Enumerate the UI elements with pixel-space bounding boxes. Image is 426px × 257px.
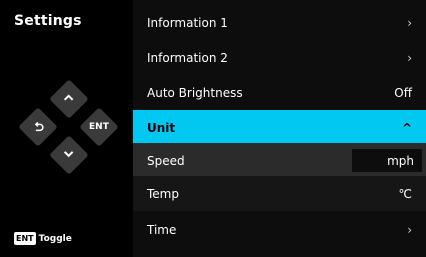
menu-item-label: Speed bbox=[147, 153, 185, 168]
menu-item-time[interactable]: Time › bbox=[133, 212, 426, 247]
ent-badge: ENT bbox=[14, 232, 36, 245]
toggle-hint-label: Toggle bbox=[38, 233, 72, 244]
menu-item-auto-brightness[interactable]: Auto Brightness Off bbox=[133, 75, 426, 110]
down-button[interactable] bbox=[49, 135, 89, 175]
enter-button[interactable]: ENT bbox=[79, 107, 119, 147]
chevron-up-icon bbox=[64, 94, 74, 101]
chevron-right-icon: › bbox=[407, 222, 412, 237]
settings-screen: Settings ENT ENT Toggle Information 1 › … bbox=[0, 0, 426, 257]
menu-item-label: Temp bbox=[147, 186, 179, 201]
menu-item-speed[interactable]: Speed mph bbox=[133, 143, 426, 178]
toggle-hint: ENT Toggle bbox=[14, 232, 72, 245]
menu-item-temp[interactable]: Temp ℃ bbox=[133, 176, 426, 211]
menu-item-label: Information 1 bbox=[147, 15, 228, 30]
menu-item-label: Auto Brightness bbox=[147, 85, 243, 100]
menu-item-label: Time bbox=[147, 222, 177, 237]
menu-item-unit[interactable]: Unit ^ bbox=[133, 110, 426, 145]
temp-value: ℃ bbox=[398, 186, 412, 201]
menu-item-label: Information 2 bbox=[147, 50, 228, 65]
left-panel: Settings ENT ENT Toggle bbox=[0, 0, 133, 257]
chevron-right-icon: › bbox=[407, 15, 412, 30]
speed-value[interactable]: mph bbox=[352, 149, 422, 172]
back-arrow-icon bbox=[34, 121, 44, 131]
menu-item-label: Unit bbox=[147, 120, 176, 135]
chevron-up-icon: ^ bbox=[401, 120, 412, 135]
chevron-down-icon bbox=[64, 150, 74, 157]
dpad: ENT bbox=[18, 79, 119, 180]
menu-item-information-2[interactable]: Information 2 › bbox=[133, 40, 426, 75]
chevron-right-icon: › bbox=[407, 50, 412, 65]
enter-button-label: ENT bbox=[89, 121, 109, 132]
menu-item-information-1[interactable]: Information 1 › bbox=[133, 5, 426, 40]
back-button[interactable] bbox=[18, 107, 58, 147]
menu-item-value: Off bbox=[394, 85, 412, 100]
up-button[interactable] bbox=[49, 79, 89, 119]
settings-menu: Information 1 › Information 2 › Auto Bri… bbox=[133, 0, 426, 257]
page-title: Settings bbox=[14, 13, 82, 29]
